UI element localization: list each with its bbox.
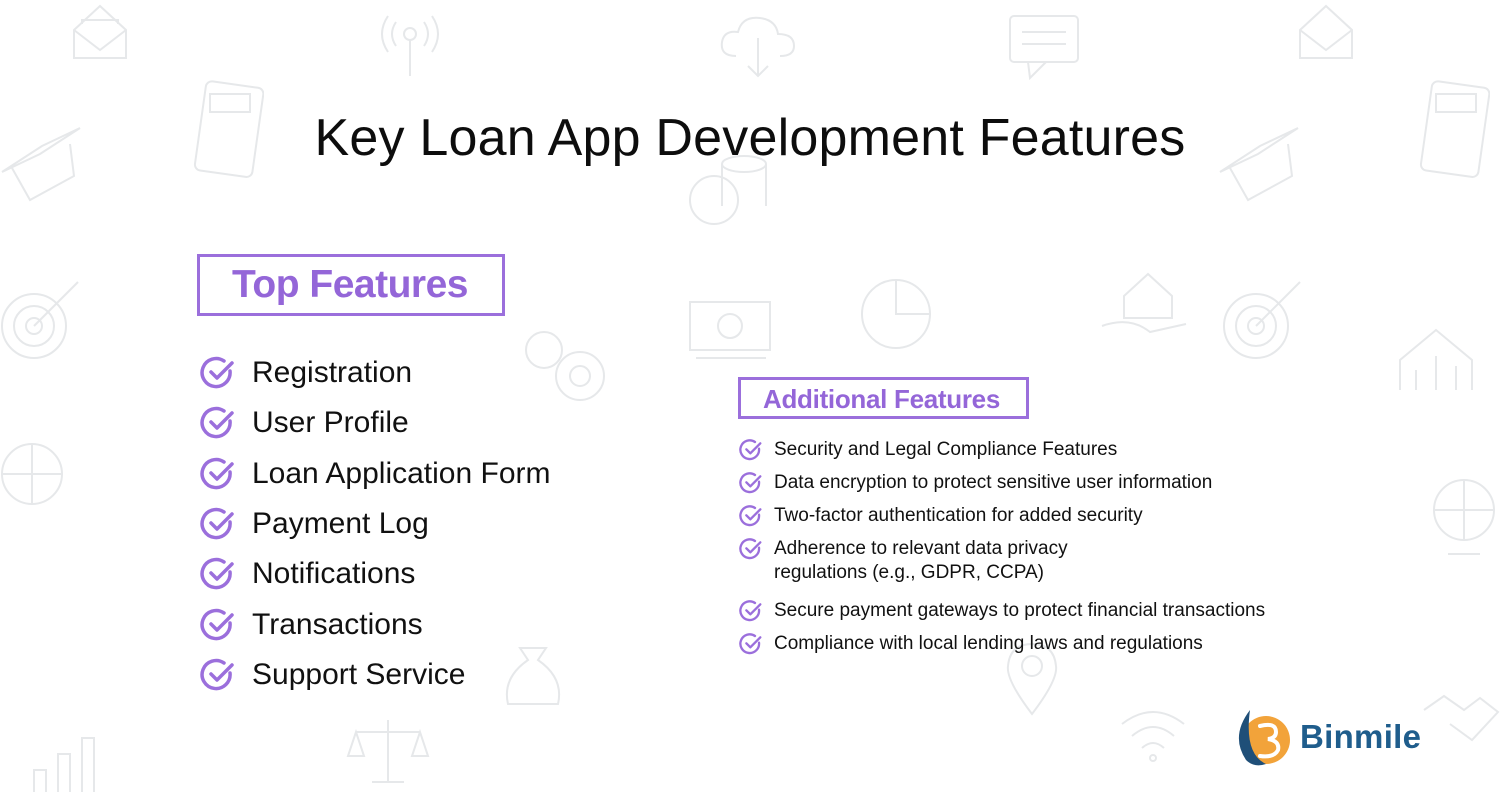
cloud-download-icon — [720, 16, 796, 78]
list-item: Payment Log — [200, 499, 551, 549]
binmile-logo-mark — [1238, 710, 1290, 766]
check-circle-icon — [200, 457, 234, 490]
check-circle-icon — [200, 608, 234, 640]
binmile-logo: Binmile — [1236, 706, 1421, 768]
globe-icon — [1433, 479, 1495, 555]
feature-label: Secure payment gateways to protect finan… — [774, 600, 1266, 621]
list-item: Data encryption to protect sensitive use… — [739, 471, 1265, 495]
check-circle-icon — [200, 507, 234, 540]
feature-label: Payment Log — [252, 507, 429, 541]
check-circle-icon — [739, 472, 762, 494]
list-item: Notifications — [200, 549, 551, 599]
envelope-icon — [1299, 4, 1353, 59]
list-item: Compliance with local lending laws and r… — [739, 632, 1265, 656]
feature-label: Transactions — [252, 607, 423, 641]
feature-label: Loan Application Form — [252, 456, 551, 490]
feature-label: Two-factor authentication for added secu… — [774, 505, 1143, 526]
check-circle-icon — [200, 658, 234, 691]
check-circle-icon — [200, 356, 234, 389]
check-circle-icon — [739, 600, 762, 622]
check-circle-icon — [739, 505, 762, 527]
list-item: Security and Legal Compliance Features — [739, 438, 1265, 462]
house-hand-icon — [1101, 272, 1187, 334]
feature-label: Compliance with local lending laws and r… — [774, 633, 1203, 654]
globe-icon — [1, 443, 63, 505]
chart-icon — [1399, 328, 1473, 390]
chat-icon — [1009, 15, 1079, 80]
target-icon — [1223, 281, 1301, 359]
feature-label: Adherence to relevant data privacy regul… — [774, 538, 1068, 583]
feature-label: Security and Legal Compliance Features — [774, 439, 1118, 460]
feature-label: Registration — [252, 356, 413, 390]
list-item: Loan Application Form — [200, 449, 551, 499]
list-item: Registration — [200, 348, 551, 398]
feature-label: Data encryption to protect sensitive use… — [774, 472, 1213, 493]
wifi-icon — [1121, 711, 1185, 762]
check-circle-icon — [739, 633, 762, 655]
check-circle-icon — [739, 439, 762, 461]
feature-label: Support Service — [252, 657, 466, 691]
list-item: Transactions — [200, 599, 551, 649]
envelope-icon — [73, 4, 127, 59]
pie-chart-icon — [861, 279, 931, 349]
additional-features-list: Security and Legal Compliance Features D… — [739, 438, 1265, 665]
antenna-icon — [381, 15, 439, 76]
list-item: Support Service — [200, 650, 551, 700]
list-item: Secure payment gateways to protect finan… — [739, 599, 1265, 623]
money-icon — [689, 301, 771, 359]
page-title: Key Loan App Development Features — [314, 109, 1186, 167]
feature-label: Notifications — [252, 557, 416, 591]
list-item: Adherence to relevant data privacy regul… — [739, 537, 1265, 585]
list-item: User Profile — [200, 398, 551, 448]
top-features-heading: Top Features — [197, 254, 505, 316]
brand-name: Binmile — [1300, 718, 1422, 755]
feature-label: User Profile — [252, 406, 409, 440]
chart-icon — [33, 737, 95, 792]
handshake-icon — [1423, 694, 1500, 742]
scale-icon — [346, 720, 430, 783]
top-features-list: Registration User Profile Loan Applicati… — [200, 348, 551, 700]
check-circle-icon — [200, 407, 234, 439]
list-item: Two-factor authentication for added secu… — [739, 504, 1265, 528]
target-icon — [1, 281, 79, 359]
check-circle-icon — [739, 538, 762, 560]
additional-features-heading: Additional Features — [738, 377, 1029, 419]
check-circle-icon — [200, 558, 234, 590]
